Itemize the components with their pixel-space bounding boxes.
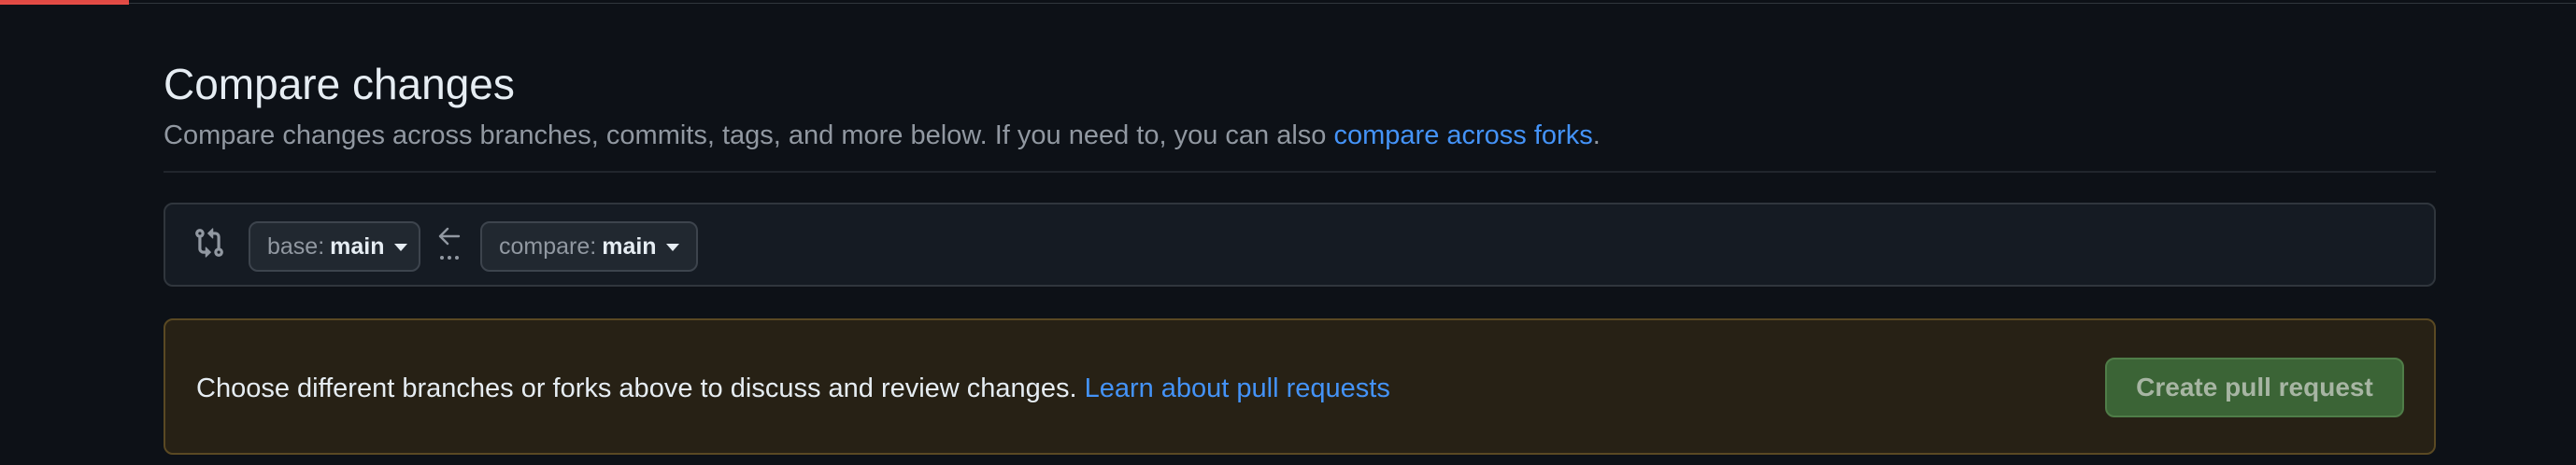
divider [164, 171, 2436, 173]
compare-branch-select[interactable]: compare: main [480, 221, 698, 272]
compare-across-forks-link[interactable]: compare across forks [1334, 120, 1593, 150]
base-branch-select[interactable]: base: main [249, 221, 420, 272]
base-label: base: [267, 232, 325, 260]
header-border [0, 0, 2576, 4]
ellipsis-icon [436, 251, 463, 262]
base-branch-name: main [330, 232, 385, 260]
caret-down-icon [393, 244, 407, 251]
arrow-left-icon [436, 225, 463, 247]
page-subtitle: Compare changes across branches, commits… [164, 118, 1601, 153]
subtitle-text: Compare changes across branches, commits… [164, 120, 1334, 150]
range-editor: base: main compare: main [164, 203, 2436, 287]
loading-progress-bar [0, 0, 129, 5]
caret-down-icon [665, 244, 679, 251]
create-pull-request-button[interactable]: Create pull request [2105, 358, 2404, 417]
compare-branch-name: main [602, 232, 657, 260]
git-compare-icon [193, 227, 225, 259]
compare-label: compare: [499, 232, 597, 260]
flash-notice: Choose different branches or forks above… [164, 318, 2436, 455]
page-title: Compare changes [164, 60, 515, 108]
compare-direction [436, 225, 464, 272]
subtitle-period: . [1592, 120, 1601, 150]
flash-message-text: Choose different branches or forks above… [196, 373, 1085, 403]
learn-about-pull-requests-link[interactable]: Learn about pull requests [1085, 373, 1390, 403]
flash-message: Choose different branches or forks above… [196, 371, 1390, 406]
